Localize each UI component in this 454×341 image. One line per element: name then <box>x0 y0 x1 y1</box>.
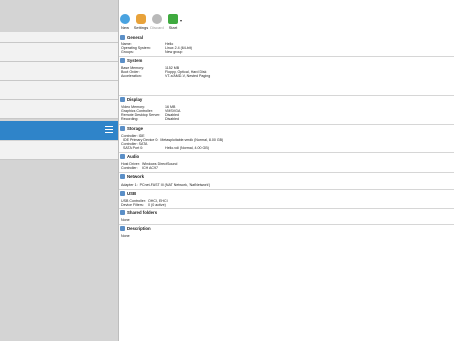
list-item[interactable] <box>0 43 118 62</box>
start-button[interactable]: Start <box>166 14 180 30</box>
gear-icon <box>136 14 146 24</box>
pane-splitter[interactable] <box>118 0 119 341</box>
divider <box>119 224 454 225</box>
discard-label: Discard <box>150 25 164 30</box>
general-icon <box>120 35 125 40</box>
discard-icon <box>152 14 162 24</box>
start-label: Start <box>168 25 178 30</box>
divider <box>119 124 454 125</box>
start-dropdown-icon[interactable]: ▾ <box>180 18 182 23</box>
section-title: General <box>127 35 144 40</box>
detail-row: Acceleration: VT-x/AMD-V, Nested Paging <box>121 74 211 78</box>
description-icon <box>120 226 125 231</box>
item-menu-icon[interactable] <box>105 126 113 135</box>
new-label: New <box>120 25 129 30</box>
detail-row: SATA Port 0: Hello.vdi (Normal, 4.00 GB) <box>121 146 209 150</box>
section-usb-header: USB <box>120 191 136 196</box>
list-item[interactable] <box>0 141 118 160</box>
section-title: Display <box>127 97 143 102</box>
discard-button[interactable]: Discard <box>150 14 164 30</box>
new-button[interactable]: New <box>119 14 131 30</box>
divider <box>119 172 454 173</box>
list-item[interactable] <box>0 32 118 43</box>
settings-label: Settings <box>133 25 149 30</box>
divider <box>119 189 454 190</box>
section-title: Storage <box>127 126 143 131</box>
divider <box>119 152 454 153</box>
divider <box>119 208 454 209</box>
section-title: Shared folders <box>127 210 158 215</box>
detail-row: None <box>121 218 130 222</box>
detail-row: Groups: New group <box>121 50 183 54</box>
detail-row: Controller: ICH AC97 <box>121 166 158 170</box>
section-title: System <box>127 58 143 63</box>
detail-row: Device Filters: 0 (0 active) <box>121 203 166 207</box>
section-display-header: Display <box>120 97 142 102</box>
list-item[interactable] <box>0 62 118 81</box>
detail-row: Recording: Disabled <box>121 117 179 121</box>
section-title: USB <box>127 191 137 196</box>
settings-button[interactable]: Settings <box>133 14 149 30</box>
section-title: Network <box>127 174 144 179</box>
disk-icon <box>120 126 125 131</box>
new-icon <box>120 14 130 24</box>
network-icon <box>120 174 125 179</box>
chip-icon <box>120 58 125 63</box>
list-item-selected[interactable] <box>0 121 118 140</box>
section-audio-header: Audio <box>120 154 139 159</box>
detail-row: None <box>121 234 130 238</box>
section-shared-header: Shared folders <box>120 210 157 215</box>
list-item[interactable] <box>0 81 118 100</box>
folder-icon <box>120 210 125 215</box>
speaker-icon <box>120 154 125 159</box>
section-storage-header: Storage <box>120 126 143 131</box>
section-title: Audio <box>127 154 140 159</box>
divider <box>119 95 454 96</box>
list-item[interactable] <box>0 100 118 119</box>
section-system-header: System <box>120 58 142 63</box>
monitor-icon <box>120 97 125 102</box>
divider <box>119 56 454 57</box>
vm-list-pane <box>0 0 118 341</box>
start-arrow-icon <box>168 14 178 24</box>
detail-row: Adapter 1: PCnet-FAST III (NAT Network, … <box>121 183 211 187</box>
usb-icon <box>120 191 125 196</box>
section-general-header: General <box>120 35 143 40</box>
section-title: Description <box>127 226 151 231</box>
section-description-header: Description <box>120 226 151 231</box>
section-network-header: Network <box>120 174 144 179</box>
